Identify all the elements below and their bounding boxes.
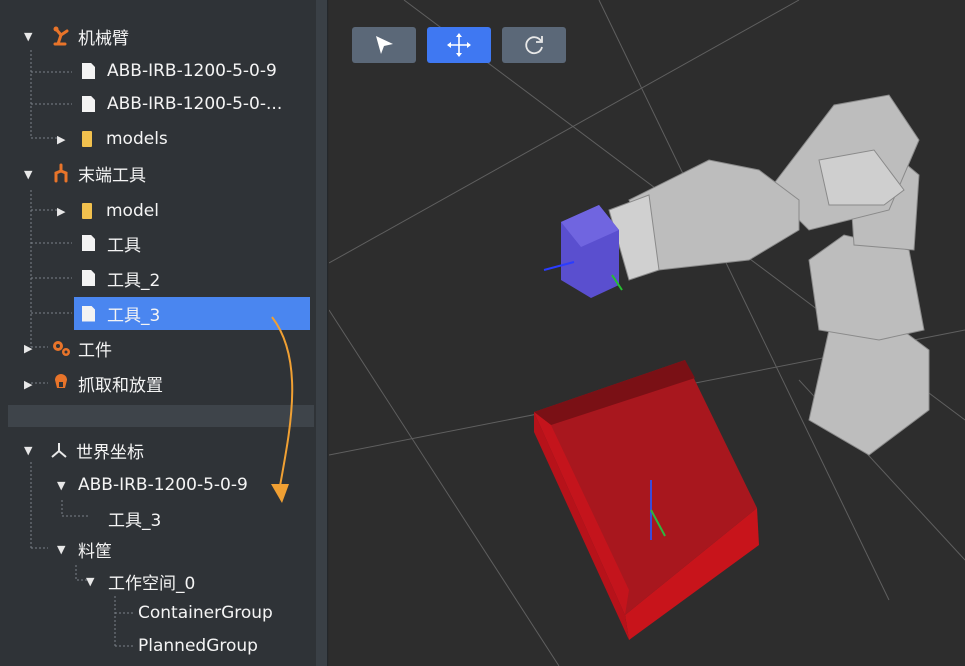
splitter-handle[interactable] [316, 0, 328, 666]
rotate-icon [522, 33, 546, 57]
drag-hint-arrow [271, 316, 294, 503]
tool-cube [543, 205, 623, 298]
3d-viewport[interactable] [329, 0, 965, 666]
pointer-icon [372, 33, 396, 57]
scene-tree-panel: ▼ 机械臂 ABB-IRB-1200-5-0-9 ABB-IRB-1200-5-… [0, 0, 316, 666]
select-tool-button[interactable] [352, 27, 416, 63]
scene-canvas [329, 0, 965, 666]
container-bin [534, 360, 759, 640]
move-icon [446, 32, 472, 58]
rotate-tool-button[interactable] [502, 27, 566, 63]
move-tool-button[interactable] [427, 27, 491, 63]
